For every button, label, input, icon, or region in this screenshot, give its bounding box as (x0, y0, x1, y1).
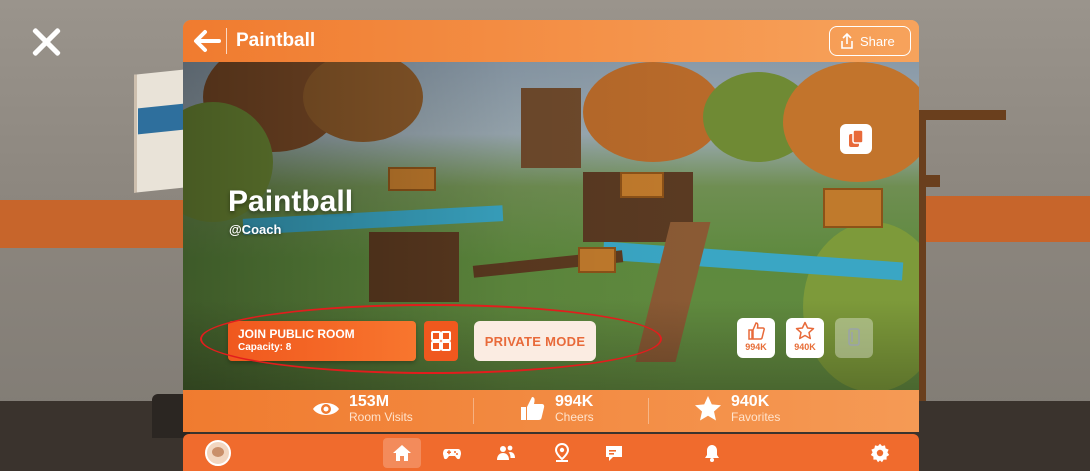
stat-cheers: 994K Cheers (517, 394, 594, 424)
report-button[interactable] (835, 318, 873, 358)
room-preview-image: Paintball @Coach JOIN PUBLIC ROOM Capaci… (183, 62, 919, 390)
favorite-button[interactable]: 940K (786, 318, 824, 358)
stat-label: Cheers (555, 410, 594, 424)
stat-label: Favorites (731, 410, 781, 424)
room-creator[interactable]: @Coach (229, 222, 281, 237)
star-icon (795, 321, 815, 340)
stat-value: 153M (349, 393, 390, 410)
join-public-room-button[interactable]: JOIN PUBLIC ROOM Capacity: 8 (228, 321, 416, 361)
stat-favorites: 940K Favorites (693, 394, 780, 424)
grid-icon (431, 331, 451, 351)
join-label: JOIN PUBLIC ROOM (238, 327, 355, 341)
cheer-count: 994K (745, 342, 767, 352)
gear-icon[interactable] (861, 438, 899, 468)
avatar[interactable] (205, 440, 231, 466)
poster-graphic (138, 103, 184, 135)
page-title: Paintball (236, 30, 316, 51)
private-mode-button[interactable]: PRIVATE MODE (474, 321, 596, 361)
share-button[interactable]: Share (829, 26, 911, 56)
eye-icon (313, 403, 339, 415)
room-instances-button[interactable] (424, 321, 458, 361)
panel-header: Paintball Share (183, 20, 919, 62)
copy-icon (849, 129, 864, 147)
thumbs-up-icon (521, 397, 545, 420)
stat-divider (473, 398, 474, 424)
wooden-shelf (916, 110, 1006, 440)
location-icon[interactable] (543, 438, 581, 468)
share-icon (841, 33, 853, 49)
people-icon[interactable] (487, 438, 525, 468)
cheer-button[interactable]: 994K (737, 318, 775, 358)
share-label: Share (860, 33, 895, 49)
room-title: Paintball (228, 185, 354, 218)
stat-label: Room Visits (349, 410, 413, 424)
header-divider (226, 28, 227, 54)
stat-value: 940K (731, 393, 770, 410)
bottom-navigation-bar (183, 434, 919, 471)
thumbs-up-icon (748, 322, 765, 340)
bell-icon[interactable] (693, 438, 731, 468)
wall-beam (0, 200, 190, 248)
capacity-label: Capacity: 8 (238, 342, 292, 353)
close-icon[interactable] (30, 26, 62, 58)
stat-divider (648, 398, 649, 424)
copy-room-button[interactable] (840, 124, 872, 154)
favorite-count: 940K (794, 342, 816, 352)
stat-value: 994K (555, 393, 594, 410)
gamepad-icon[interactable] (433, 438, 471, 468)
stat-room-visits: 153M Room Visits (311, 394, 413, 424)
chat-icon[interactable] (595, 438, 633, 468)
flag-icon (848, 328, 860, 346)
star-icon (695, 396, 721, 421)
room-stats-bar: 153M Room Visits 994K Cheers 940K Favori… (183, 390, 919, 432)
room-details-panel: Paintball Share Paintball @Coach JOIN PU… (183, 20, 919, 432)
home-icon[interactable] (383, 438, 421, 468)
back-arrow-icon[interactable] (191, 26, 223, 56)
